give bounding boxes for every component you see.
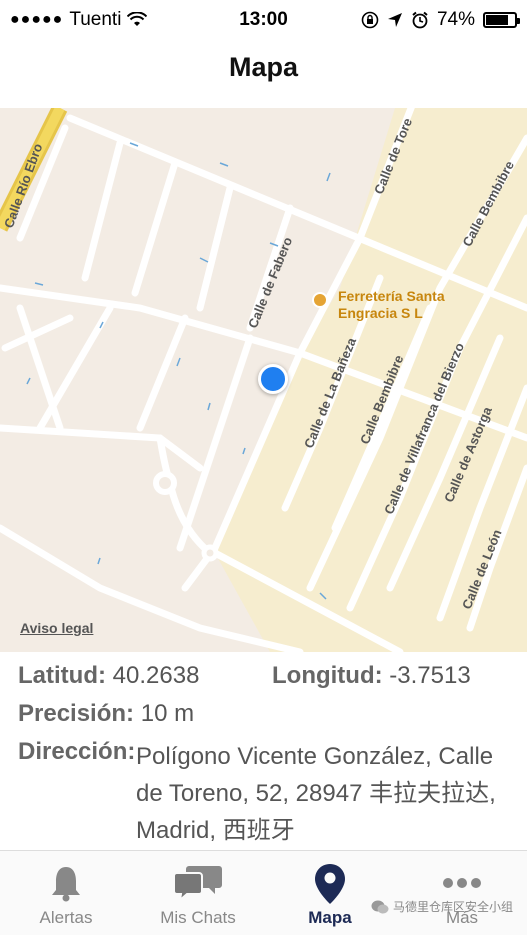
status-bar: ●●●●● Tuenti 13:00 74% [0, 0, 527, 40]
watermark-text: 马德里仓库区安全小组 [392, 900, 513, 914]
rotation-lock-icon [361, 11, 379, 29]
precision-value: 10 m [140, 700, 195, 727]
tab-mapa[interactable]: Mapa [264, 851, 396, 935]
location-arrow-icon [387, 13, 402, 27]
latitude-label: Latitud: [18, 662, 106, 689]
more-dots-icon [443, 878, 481, 888]
current-location-dot[interactable] [258, 364, 288, 394]
tab-label: Alertas [39, 908, 93, 927]
precision-label: Precisión: [18, 700, 135, 727]
precision-row: Precisión: 10 m [18, 700, 194, 728]
battery-icon [483, 12, 520, 28]
poi-label[interactable]: Ferretería Santa Engracia S L [338, 288, 445, 322]
hardware-store-icon[interactable] [312, 292, 328, 308]
address-value: Polígono Vicente González, Calle de Tore… [136, 743, 496, 844]
page-title: Mapa [228, 52, 299, 82]
map-view[interactable]: Calle Río Ebro Calle de Tore Calle Bembi… [0, 108, 527, 652]
poi-line-2: Engracia S L [338, 305, 423, 321]
tab-bar: Alertas Mis Chats Mapa Más [0, 850, 527, 935]
latitude-row: Latitud: 40.2638 [18, 662, 199, 690]
battery-percent: 74% [436, 9, 475, 30]
chat-bubbles-icon [173, 866, 222, 903]
longitude-row: Longitud: -3.7513 [272, 662, 471, 690]
bell-icon [52, 867, 80, 902]
tab-alertas[interactable]: Alertas [0, 851, 132, 935]
wechat-icon [371, 900, 389, 913]
legal-link[interactable]: Aviso legal [20, 620, 93, 636]
tab-label: Mis Chats [160, 908, 236, 927]
tab-mis-chats[interactable]: Mis Chats [132, 851, 264, 935]
map-pin-icon [315, 864, 345, 904]
tab-mas[interactable]: Más [396, 851, 527, 935]
watermark: 马德里仓库区安全小组 [371, 898, 513, 915]
poi-line-1: Ferretería Santa [338, 288, 445, 304]
latitude-value: 40.2638 [112, 662, 200, 689]
address-label: Dirección: [18, 738, 136, 765]
longitude-value: -3.7513 [389, 662, 471, 689]
longitude-label: Longitud: [272, 662, 383, 689]
alarm-clock-icon [412, 11, 428, 29]
status-right: 74% [361, 9, 520, 31]
